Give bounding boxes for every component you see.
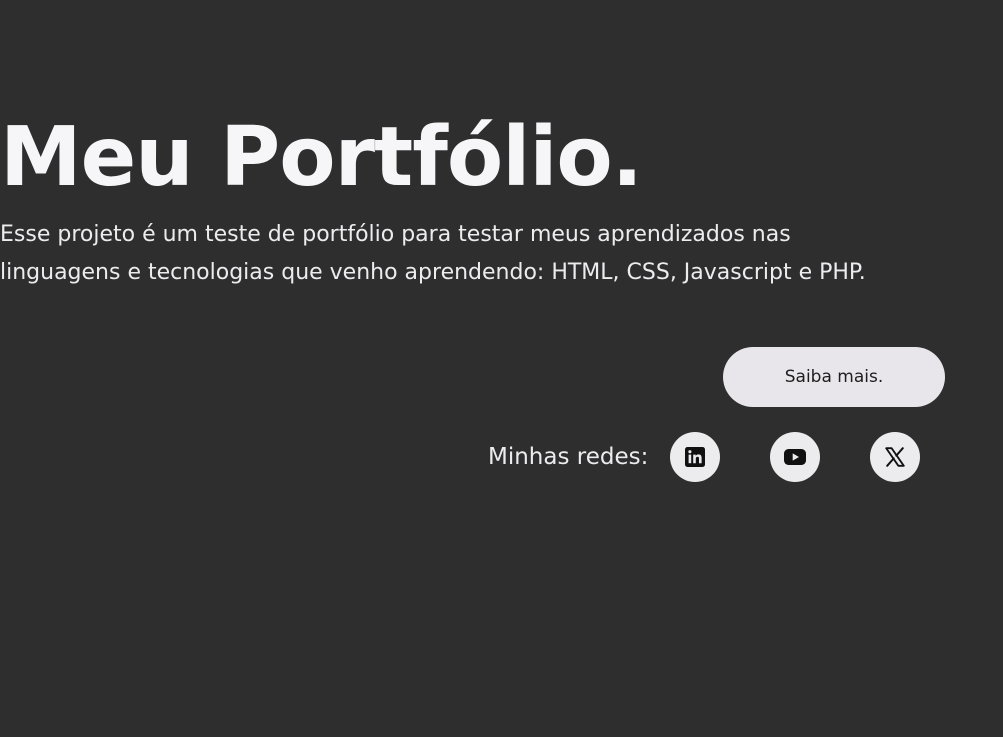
youtube-link[interactable] [770,432,820,482]
x-link[interactable] [870,432,920,482]
youtube-icon [784,449,806,465]
linkedin-link[interactable] [670,432,720,482]
saiba-mais-button[interactable]: Saiba mais. [723,347,945,407]
hero-section: Meu Portfólio. Esse projeto é um teste d… [0,0,1003,737]
x-icon [885,447,905,467]
linkedin-icon [685,447,705,467]
hero-description: Esse projeto é um teste de portfólio par… [0,222,866,285]
page-title: Meu Portfólio. [0,110,643,205]
socials-label: Minhas redes: [488,444,649,470]
